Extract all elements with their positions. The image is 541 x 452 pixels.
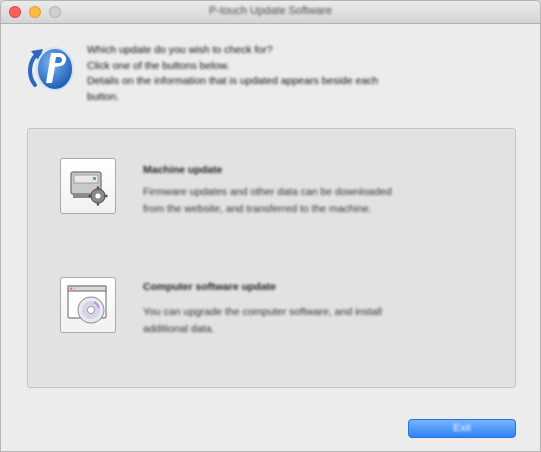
computer-software-update-button[interactable] — [60, 277, 116, 333]
software-update-desc-line-1: You can upgrade the computer software, a… — [143, 306, 382, 318]
exit-button-label: Exit — [453, 422, 471, 434]
exit-button[interactable]: Exit — [408, 419, 516, 438]
printer-gear-icon — [70, 171, 108, 206]
machine-update-title: Machine update — [143, 164, 223, 176]
machine-update-desc-line-2: from the website, and transferred to the… — [143, 203, 372, 215]
intro-line-4: button. — [87, 90, 120, 103]
intro-line-1: Which update do you wish to check for? — [87, 44, 273, 56]
computer-software-update-description: You can upgrade the computer software, a… — [143, 304, 483, 338]
update-window: P-touch Update Software Which update do … — [0, 0, 541, 452]
machine-update-button[interactable] — [60, 158, 116, 214]
window-title: P-touch Update Software — [209, 5, 332, 17]
options-panel: Machine update Firmware updates and othe… — [27, 128, 516, 388]
intro-text: Which update do you wish to check for? C… — [87, 43, 507, 105]
intro-line-2: Click one of the buttons below. — [87, 59, 230, 72]
intro-line-3: Details on the information that is updat… — [87, 75, 379, 87]
ptouch-app-icon — [25, 39, 77, 95]
computer-software-update-title: Computer software update — [143, 281, 277, 293]
title-bar[interactable]: P-touch Update Software — [1, 1, 540, 24]
machine-update-description: Firmware updates and other data can be d… — [143, 184, 483, 218]
machine-update-desc-line-1: Firmware updates and other data can be d… — [143, 186, 392, 198]
software-update-desc-line-2: additional data. — [143, 323, 215, 335]
software-cd-icon — [67, 285, 107, 324]
